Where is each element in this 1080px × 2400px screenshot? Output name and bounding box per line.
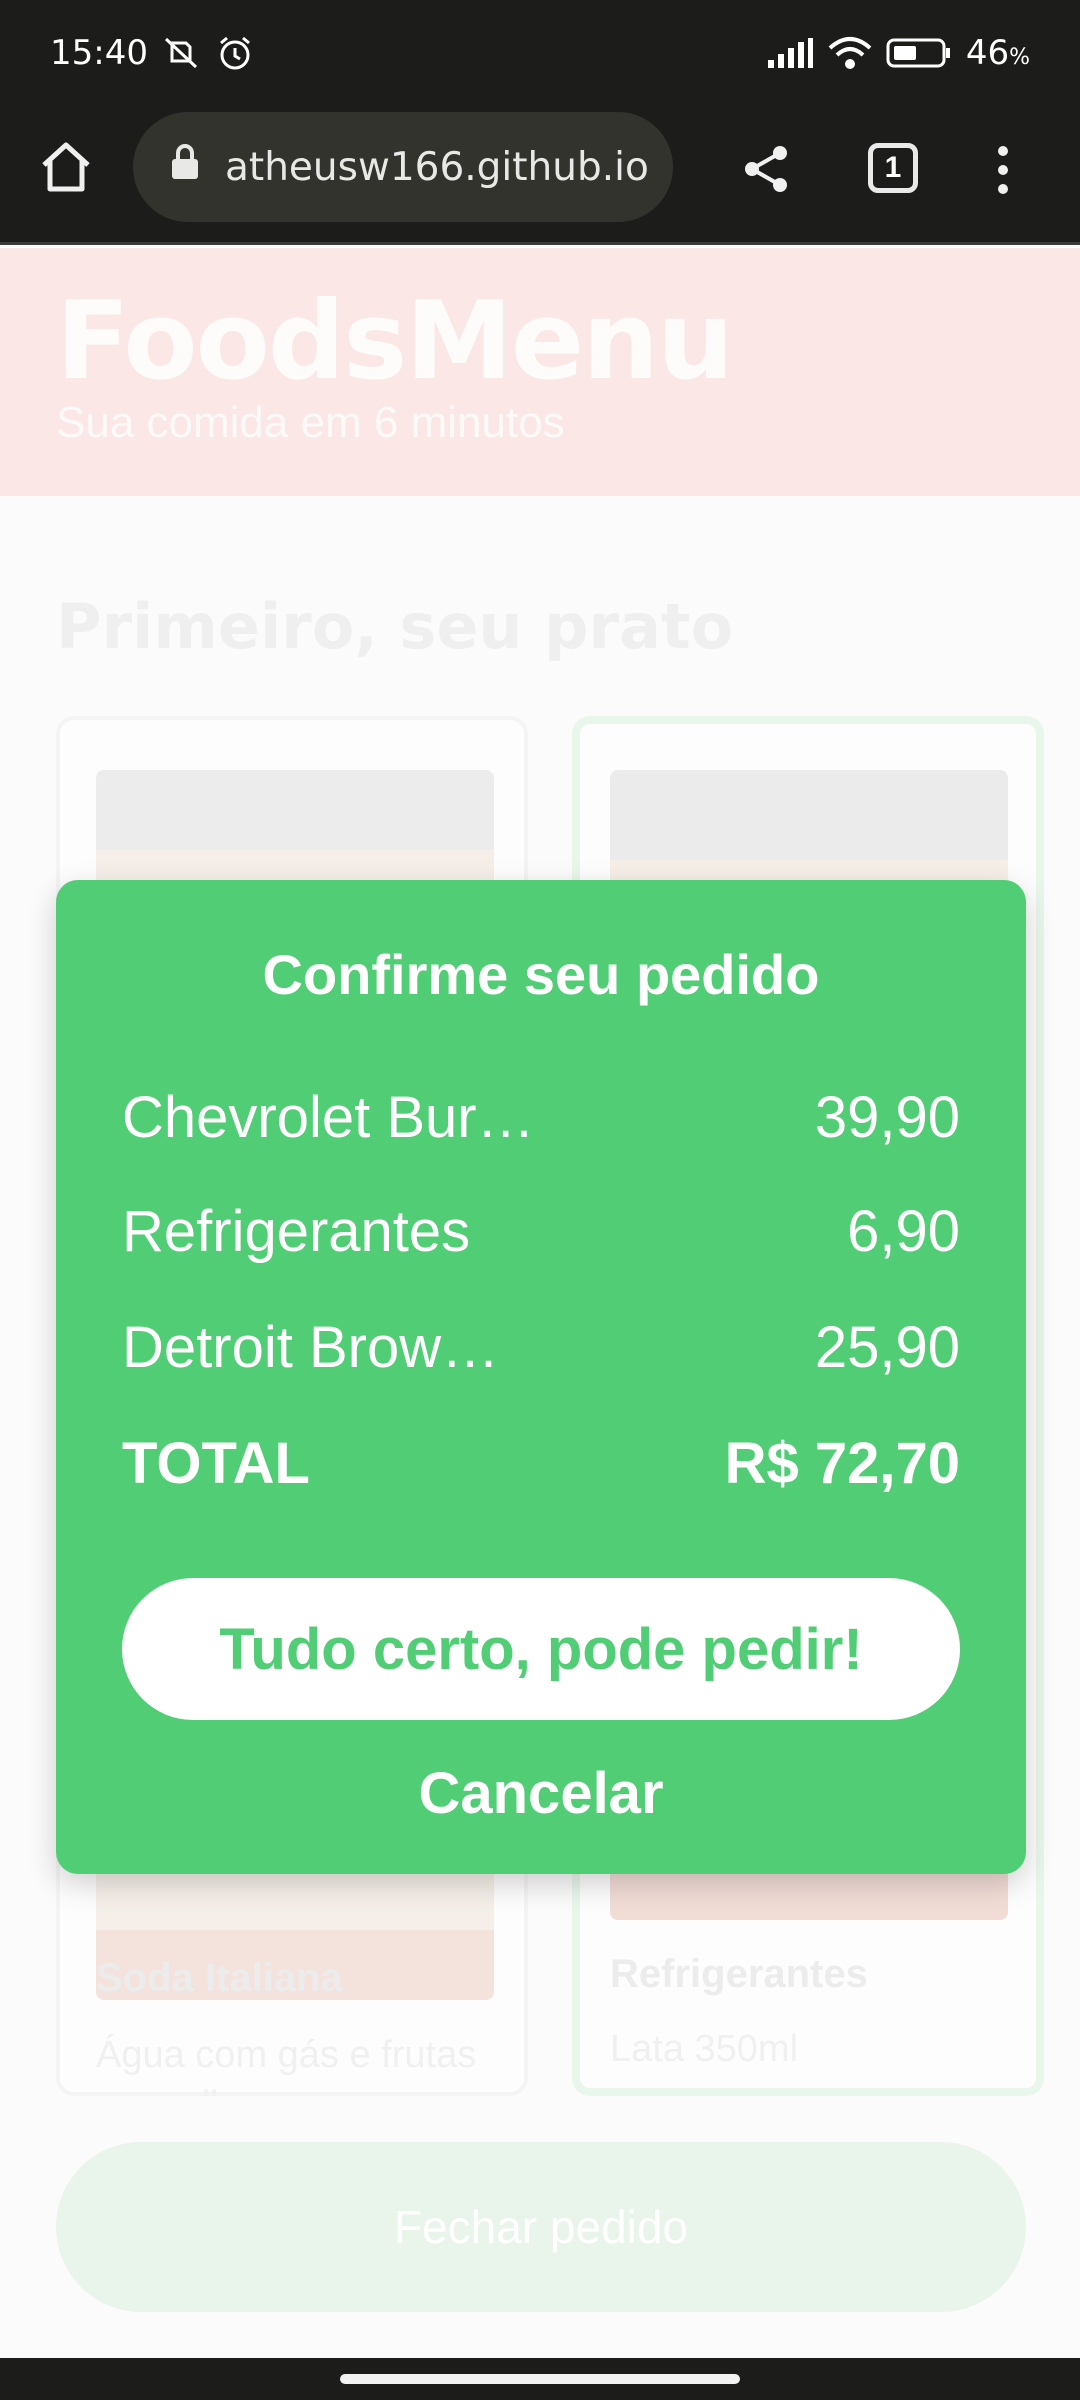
lock-icon (169, 143, 201, 191)
status-bar: 15:40 46% (0, 0, 1080, 105)
confirm-order-modal: Confirme seu pedido Chevrolet Bur… 39,90… (56, 880, 1026, 1874)
order-item-name: Chevrolet Bur… (122, 1085, 535, 1150)
confirm-order-button[interactable]: Tudo certo, pode pedir! (122, 1578, 960, 1720)
alarm-icon (216, 34, 254, 72)
order-item-row: Chevrolet Bur… 39,90 (122, 1084, 960, 1151)
food-card-name: Soda Italiana (96, 1956, 343, 2000)
system-nav-bar (0, 2358, 1080, 2400)
wifi-icon (828, 36, 872, 70)
status-time: 15:40 (50, 32, 148, 73)
bottom-bar: Fechar pedido (0, 2096, 1080, 2358)
tabs-icon[interactable]: 1 (868, 143, 918, 193)
food-card-desc: Lata 350ml (610, 2028, 799, 2070)
order-item-row: Refrigerantes 6,90 (122, 1198, 960, 1265)
modal-title: Confirme seu pedido (262, 943, 820, 1006)
share-icon[interactable] (740, 143, 792, 200)
tagline: Sua comida em 6 minutos (56, 398, 565, 447)
total-label: TOTAL (122, 1431, 310, 1496)
url-bar[interactable]: atheusw166.github.io (133, 112, 673, 222)
order-item-price: 6,90 (847, 1199, 960, 1264)
battery-icon (886, 37, 952, 69)
close-order-button[interactable]: Fechar pedido (56, 2142, 1026, 2312)
total-value: R$ 72,70 (724, 1431, 960, 1496)
page-header: FoodsMenu Sua comida em 6 minutos (0, 248, 1080, 496)
order-item-name: Refrigerantes (122, 1199, 471, 1264)
signal-icon (766, 37, 814, 68)
logo: FoodsMenu (56, 279, 734, 404)
order-total-row: TOTAL R$ 72,70 (122, 1430, 960, 1497)
section-title: Primeiro, seu prato (56, 590, 734, 663)
tab-count: 1 (884, 151, 902, 184)
battery-level: 46% (965, 32, 1030, 73)
mute-vibrate-icon (162, 35, 202, 71)
food-card-name: Refrigerantes (610, 1952, 868, 1996)
order-item-price: 25,90 (814, 1315, 960, 1380)
order-item-row: Detroit Brow… 25,90 (122, 1314, 960, 1381)
url-text: atheusw166.github.io (225, 144, 649, 190)
cancel-button[interactable]: Cancelar (56, 1760, 1026, 1827)
browser-toolbar: atheusw166.github.io 1 (0, 105, 1080, 245)
home-gesture-handle[interactable] (340, 2374, 740, 2384)
order-item-price: 39,90 (814, 1085, 960, 1150)
order-item-name: Detroit Brow… (122, 1315, 500, 1380)
more-vertical-icon[interactable] (990, 145, 1016, 200)
home-icon[interactable] (36, 137, 96, 197)
